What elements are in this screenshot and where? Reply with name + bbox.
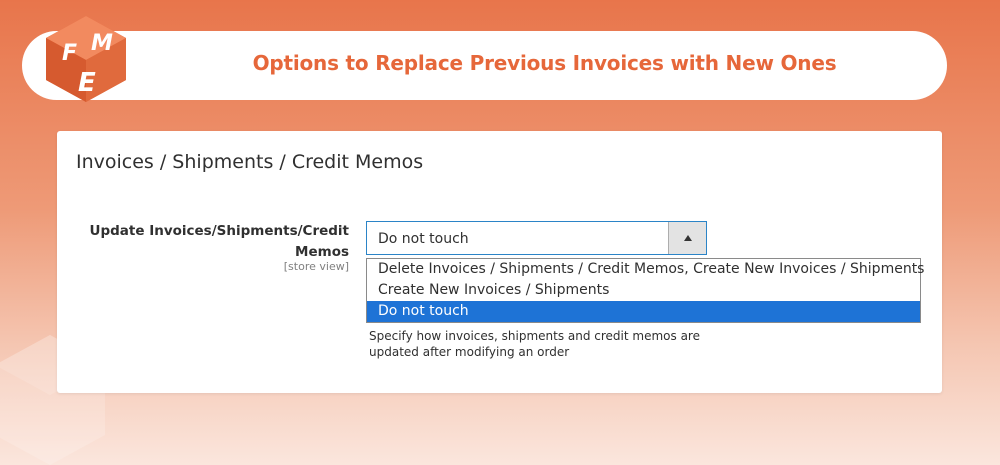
logo-letter-e: E (78, 68, 96, 98)
screenshot-frame: Options to Replace Previous Invoices wit… (0, 0, 1000, 465)
option-delete-and-create[interactable]: Delete Invoices / Shipments / Credit Mem… (367, 259, 924, 280)
field-label: Update Invoices/Shipments/Credit Memos (89, 223, 349, 260)
field-help-note: Specify how invoices, shipments and cred… (369, 329, 700, 359)
logo-letter-m: M (91, 31, 113, 56)
select-dropdown-list: Delete Invoices / Shipments / Credit Mem… (366, 258, 924, 323)
update-invoices-select[interactable]: Do not touch (366, 221, 707, 255)
field-scope-label: [store view] (283, 260, 349, 273)
section-title: Invoices / Shipments / Credit Memos (76, 151, 424, 173)
option-create-new[interactable]: Create New Invoices / Shipments (367, 280, 920, 301)
select-current-value: Do not touch (378, 231, 469, 247)
triangle-up-icon (683, 235, 692, 241)
select-toggle-button[interactable] (668, 222, 706, 254)
config-card: Invoices / Shipments / Credit Memos Upda… (57, 131, 942, 393)
logo-letter-f: F (62, 41, 77, 66)
banner-title: Options to Replace Previous Invoices wit… (252, 51, 837, 75)
fme-logo-icon: F M E (46, 16, 126, 102)
banner: Options to Replace Previous Invoices wit… (22, 31, 947, 100)
option-do-not-touch[interactable]: Do not touch (367, 301, 920, 322)
